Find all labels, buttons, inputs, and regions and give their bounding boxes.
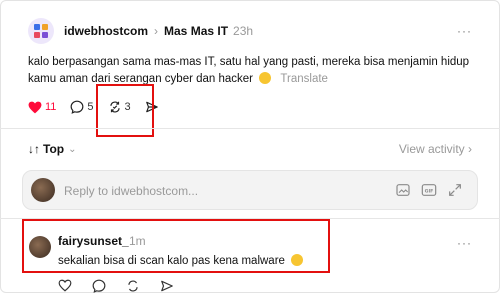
chevron-down-icon: ⌄ [68, 143, 77, 155]
reply-input[interactable]: Reply to idwebhostcom... [64, 184, 198, 198]
repost-highlight-box [96, 84, 154, 137]
post-more-button[interactable]: ··· [457, 24, 472, 38]
post-topic[interactable]: Mas Mas IT [164, 24, 228, 38]
comment-more-button[interactable]: ··· [457, 236, 472, 250]
post-body: kalo berpasangan sama mas-mas IT, satu h… [28, 54, 473, 88]
comment-highlight-box [22, 219, 330, 273]
comment-bubble-icon [71, 100, 84, 114]
comment-actions [58, 279, 174, 293]
sort-icon: ↓↑ [28, 142, 40, 156]
sort-label: Top [43, 142, 65, 156]
translate-link[interactable]: Translate [280, 73, 328, 85]
comment-bubble-icon[interactable] [92, 279, 106, 293]
heart-outline-icon[interactable] [58, 279, 72, 292]
expand-icon[interactable] [447, 182, 463, 198]
send-icon[interactable] [160, 279, 174, 293]
comment-count: 5 [87, 101, 94, 113]
gif-icon[interactable]: GIF [421, 182, 437, 198]
post-author-name[interactable]: idwebhostcom [64, 24, 148, 38]
heart-icon [28, 101, 42, 113]
post-header: idwebhostcom › Mas Mas IT 23h [28, 17, 253, 45]
image-icon[interactable] [395, 182, 411, 198]
view-activity-link[interactable]: View activity › [399, 142, 472, 156]
my-avatar [31, 178, 55, 202]
like-button[interactable]: 11 [28, 101, 56, 114]
reply-composer[interactable]: Reply to idwebhostcom... GIF [22, 170, 478, 210]
divider [0, 128, 500, 129]
idwebhost-logo-icon [34, 24, 48, 38]
svg-text:GIF: GIF [425, 188, 434, 194]
sort-dropdown[interactable]: ↓↑ Top ⌄ [28, 142, 77, 156]
like-count: 11 [45, 101, 57, 113]
repost-icon[interactable] [126, 279, 140, 293]
laughing-emoji-icon [259, 72, 272, 84]
topic-chevron-icon: › [154, 24, 159, 38]
reply-tools: GIF [395, 182, 463, 198]
post-text: kalo berpasangan sama mas-mas IT, satu h… [28, 56, 470, 85]
comment-button[interactable]: 5 [70, 100, 94, 114]
post-time: 23h [233, 24, 254, 38]
author-avatar[interactable] [28, 18, 54, 44]
